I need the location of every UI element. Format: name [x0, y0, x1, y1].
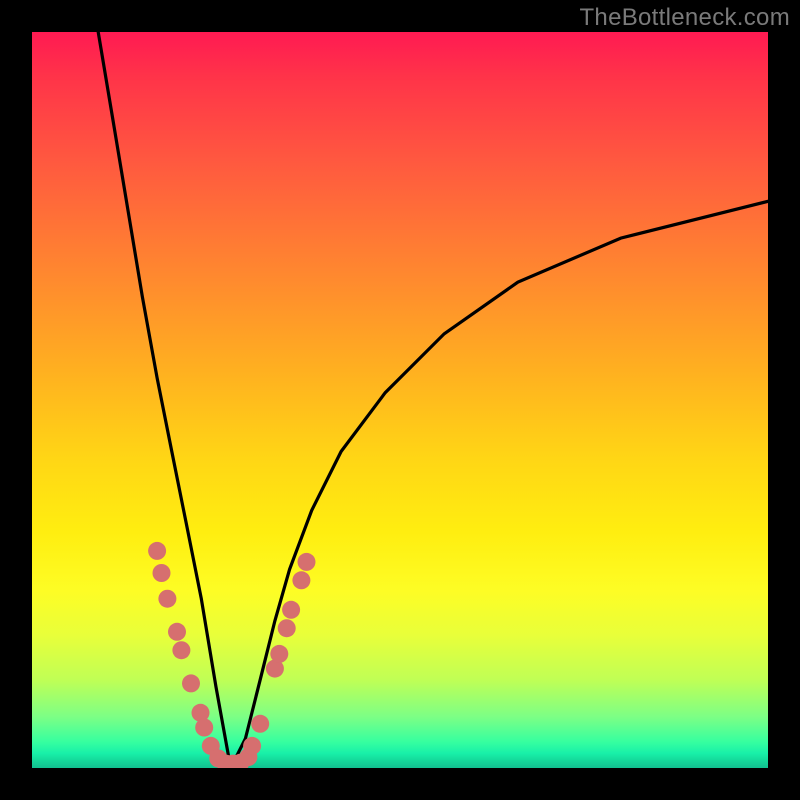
dot	[251, 715, 269, 733]
bottleneck-curve	[98, 32, 768, 768]
dot	[292, 571, 310, 589]
chart-frame: TheBottleneck.com	[0, 0, 800, 800]
dot	[182, 674, 200, 692]
dot	[195, 719, 213, 737]
dot	[298, 553, 316, 571]
dot	[158, 590, 176, 608]
dot	[148, 542, 166, 560]
dot	[172, 641, 190, 659]
plot-area	[32, 32, 768, 768]
dot	[168, 623, 186, 641]
dot	[282, 601, 300, 619]
curve-layer	[32, 32, 768, 768]
dot	[243, 737, 261, 755]
dot	[270, 645, 288, 663]
watermark-text: TheBottleneck.com	[579, 4, 790, 32]
dot	[278, 619, 296, 637]
sweet-spot-dots	[148, 542, 315, 768]
dot	[153, 564, 171, 582]
